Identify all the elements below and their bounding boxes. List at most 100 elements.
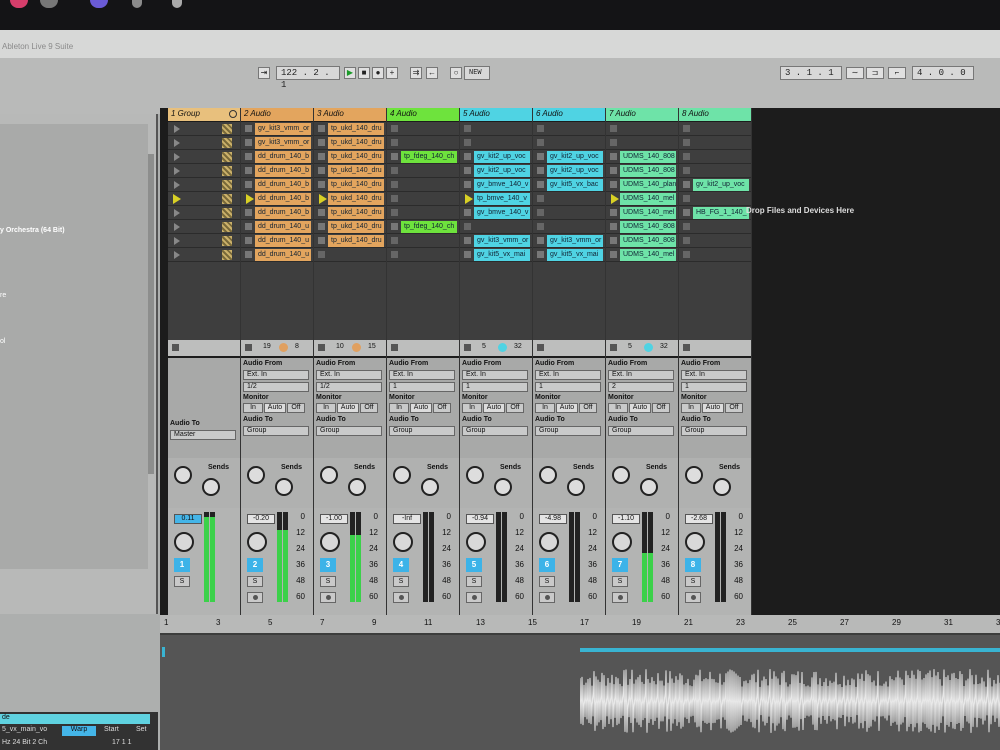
play-button[interactable]: ▶ [344, 67, 356, 79]
clip-slot[interactable]: tp_ukd_140_dru [314, 164, 386, 178]
audio-to-select[interactable]: Group [608, 426, 674, 436]
clip-slot[interactable] [387, 178, 459, 192]
audio-to-select[interactable]: Group [316, 426, 382, 436]
clip[interactable]: dd_drum_140_u [255, 235, 311, 247]
slot-stop-icon[interactable] [391, 251, 398, 258]
send-b-knob[interactable] [202, 478, 220, 496]
clip-slot[interactable]: UDMS_140_mel [606, 206, 678, 220]
clip-slot[interactable] [533, 192, 605, 206]
clip-launch-icon[interactable] [318, 237, 325, 244]
clip-slot[interactable]: tp_ukd_140_dru [314, 234, 386, 248]
track-stop-icon[interactable] [537, 344, 544, 351]
send-b-knob[interactable] [713, 478, 731, 496]
clip[interactable]: gv_kit3_vmm_or [255, 137, 311, 149]
clip[interactable]: gv_bmve_140_v [474, 179, 530, 191]
clip[interactable]: UDMS_140_mel [620, 193, 676, 205]
clip[interactable]: dd_drum_140_b [255, 207, 311, 219]
clip-slot[interactable] [168, 136, 240, 150]
pan-knob[interactable] [247, 532, 267, 552]
monitor-auto-button[interactable]: Auto [629, 403, 651, 413]
clip-slot[interactable] [314, 248, 386, 262]
clip-launch-icon[interactable] [318, 181, 325, 188]
clip-slot[interactable] [168, 122, 240, 136]
clip-slot[interactable]: tp_bmve_140_v [460, 192, 532, 206]
input-channel-select[interactable]: 2 [608, 382, 674, 392]
clip-slot[interactable]: tp_ukd_140_dru [314, 192, 386, 206]
monitor-off-button[interactable]: Off [506, 403, 524, 413]
clip[interactable]: gv_kit3_vmm_or [255, 123, 311, 135]
audio-to-select[interactable]: Master [170, 430, 236, 440]
slot-stop-icon[interactable] [537, 195, 544, 202]
arm-button[interactable] [466, 592, 482, 603]
volume-value[interactable]: -1.00 [320, 514, 348, 524]
track-title[interactable]: 2 Audio [241, 108, 313, 121]
clip[interactable]: tp_bmve_140_v [474, 193, 530, 205]
send-a-knob[interactable] [174, 466, 192, 484]
launch-icon[interactable] [174, 181, 180, 189]
launch-icon[interactable] [174, 139, 180, 147]
input-channel-select[interactable]: 1/2 [316, 382, 382, 392]
clip-launch-icon[interactable] [464, 237, 471, 244]
launch-icon[interactable] [174, 167, 180, 175]
clip-slot[interactable] [168, 234, 240, 248]
clip-launch-icon[interactable] [537, 237, 544, 244]
clip-slot[interactable] [387, 234, 459, 248]
clip-launch-icon[interactable] [318, 153, 325, 160]
clip-launch-icon[interactable] [610, 181, 617, 188]
clip[interactable]: dd_drum_140_b [255, 165, 311, 177]
clip[interactable]: dd_drum_140_u [255, 221, 311, 233]
clip[interactable]: gv_kit2_up_voc [474, 151, 530, 163]
send-a-knob[interactable] [247, 466, 265, 484]
monitor-in-button[interactable]: In [316, 403, 336, 413]
clip-start-value[interactable]: 17 1 1 [112, 739, 131, 746]
monitor-off-button[interactable]: Off [433, 403, 451, 413]
audio-from-select[interactable]: Ext. In [389, 370, 455, 380]
clip-launch-icon[interactable] [537, 167, 544, 174]
send-a-knob[interactable] [320, 466, 338, 484]
clip-launch-icon[interactable] [464, 209, 471, 216]
volume-value[interactable]: 0.11 [174, 514, 202, 524]
clip-slot[interactable] [168, 164, 240, 178]
clip-slot[interactable]: UDMS_140_808 [606, 164, 678, 178]
clip-slot[interactable] [679, 122, 751, 136]
slot-stop-icon[interactable] [464, 223, 471, 230]
clip[interactable]: UDMS_140_808 [620, 221, 676, 233]
draw-mode-button[interactable]: ⌐ [888, 67, 906, 79]
clip-slot[interactable] [533, 220, 605, 234]
arm-button[interactable] [539, 592, 555, 603]
loop-curve-button[interactable]: ∼ [846, 67, 864, 79]
slot-stop-icon[interactable] [683, 251, 690, 258]
solo-button[interactable]: S [685, 576, 701, 587]
clip-launch-icon[interactable] [683, 181, 690, 188]
solo-button[interactable]: S [174, 576, 190, 587]
clip[interactable]: HB_FG_1_140_ [693, 207, 749, 219]
clip-slot[interactable]: UDMS_140_plan [606, 178, 678, 192]
clip-slot[interactable]: gv_kit3_vmm_or [241, 122, 313, 136]
slot-stop-icon[interactable] [391, 237, 398, 244]
clip-launch-icon[interactable] [245, 209, 252, 216]
clip-launch-icon[interactable] [245, 251, 252, 258]
clip[interactable]: UDMS_140_mel [620, 249, 676, 261]
slot-stop-icon[interactable] [318, 251, 325, 258]
clip-launch-icon[interactable] [464, 181, 471, 188]
track-stop-icon[interactable] [318, 344, 325, 351]
input-channel-select[interactable]: 1 [462, 382, 528, 392]
track-title[interactable]: 6 Audio [533, 108, 605, 121]
clip-slot[interactable]: gv_kit5_vx_mai [533, 248, 605, 262]
clip-slot[interactable]: dd_drum_140_b [241, 164, 313, 178]
monitor-in-button[interactable]: In [462, 403, 482, 413]
clip[interactable]: UDMS_140_808 [620, 151, 676, 163]
track-stop-icon[interactable] [683, 344, 690, 351]
slot-stop-icon[interactable] [610, 125, 617, 132]
track-activator-button[interactable]: 7 [612, 558, 628, 572]
slot-stop-icon[interactable] [537, 125, 544, 132]
clip-slot[interactable]: dd_drum_140_u [241, 234, 313, 248]
send-b-knob[interactable] [348, 478, 366, 496]
audio-from-select[interactable]: Ext. In [316, 370, 382, 380]
clip-slot[interactable]: tp_ukd_140_dru [314, 136, 386, 150]
clip[interactable]: UDMS_140_808 [620, 235, 676, 247]
clip-launch-icon[interactable] [610, 237, 617, 244]
track-title[interactable]: 5 Audio [460, 108, 532, 121]
track-stop-icon[interactable] [245, 344, 252, 351]
track-title[interactable]: 8 Audio [679, 108, 751, 121]
